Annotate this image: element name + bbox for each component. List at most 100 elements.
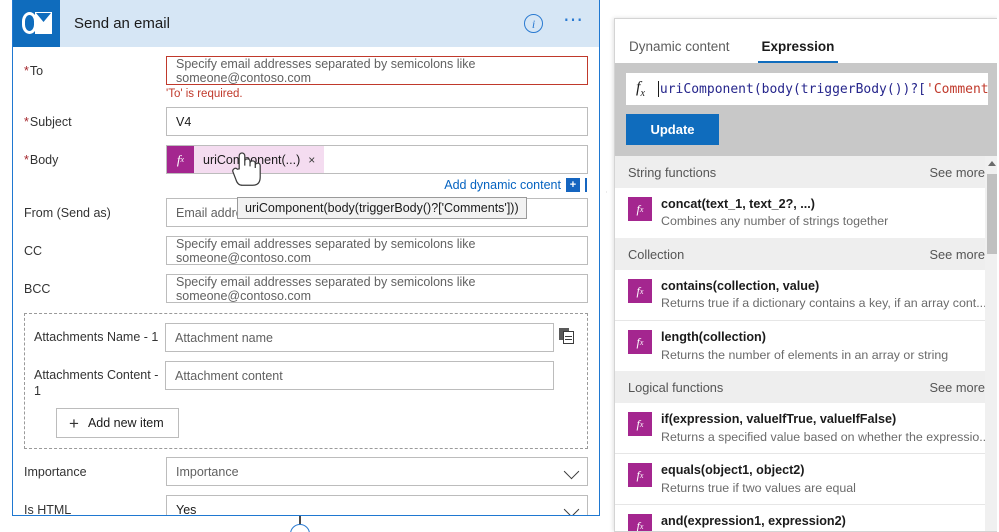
subject-input[interactable]: V4 bbox=[166, 107, 588, 136]
field-row-is-html: Is HTML Yes bbox=[13, 495, 599, 516]
function-description: Combines any number of strings together bbox=[661, 214, 889, 229]
group-title: Logical functions bbox=[628, 379, 724, 395]
subject-label: *Subject bbox=[24, 115, 72, 129]
bcc-input[interactable]: Specify email addresses separated by sem… bbox=[166, 274, 588, 303]
text-caret bbox=[657, 81, 659, 97]
attachment-name-input[interactable]: Attachment name bbox=[165, 323, 554, 352]
is-html-label: Is HTML bbox=[24, 503, 72, 516]
function-signature: and(expression1, expression2) bbox=[661, 514, 846, 529]
to-input[interactable]: Specify email addresses separated by sem… bbox=[166, 56, 588, 85]
function-description: Returns true if two values are equal bbox=[661, 480, 856, 495]
fx-icon: fx bbox=[167, 146, 194, 173]
fx-icon: fx bbox=[628, 330, 652, 355]
dynamic-content-panel: Dynamic content Expression fx uriCompone… bbox=[614, 18, 999, 532]
add-dynamic-content-link[interactable]: Add dynamic content + bbox=[166, 178, 588, 192]
fx-icon: fx bbox=[628, 514, 652, 531]
tab-dynamic-content[interactable]: Dynamic content bbox=[625, 39, 734, 63]
list-item[interactable]: fx concat(text_1, text_2?, ...) Combines… bbox=[615, 188, 999, 239]
fx-icon: fx bbox=[628, 463, 652, 488]
importance-label: Importance bbox=[24, 465, 87, 480]
function-signature: length(collection) bbox=[661, 330, 766, 345]
to-error-message: 'To' is required. bbox=[166, 88, 243, 100]
add-dynamic-content-label: Add dynamic content bbox=[444, 178, 561, 192]
required-mark: * bbox=[24, 64, 29, 78]
add-new-item-label: Add new item bbox=[87, 416, 164, 431]
canvas-background bbox=[0, 0, 12, 532]
divider bbox=[585, 178, 587, 192]
see-more-link[interactable]: See more bbox=[930, 165, 985, 180]
list-item[interactable]: fx and(expression1, expression2) Returns… bbox=[615, 504, 999, 531]
update-button[interactable]: Update bbox=[626, 114, 719, 145]
function-signature: equals(object1, object2) bbox=[661, 463, 805, 478]
body-label: *Body bbox=[24, 153, 59, 167]
field-row-bcc: BCC Specify email addresses separated by… bbox=[13, 274, 599, 303]
group-header-string-functions: String functions See more bbox=[615, 156, 999, 188]
group-title: Collection bbox=[628, 246, 685, 262]
page-title: Send an email bbox=[74, 15, 170, 32]
function-description: Returns the number of elements in an arr… bbox=[661, 347, 949, 362]
outlook-icon bbox=[13, 0, 60, 47]
list-item[interactable]: fx length(collection) Returns the number… bbox=[615, 320, 999, 372]
to-label: *To bbox=[24, 64, 44, 78]
field-row-body: *Body fx uriComponent(...) × Add dynamic… bbox=[13, 145, 599, 192]
function-description: Returns a specified value based on wheth… bbox=[661, 429, 990, 444]
attachments-group: Attachments Name - 1 Attachment name Att… bbox=[24, 313, 588, 450]
info-icon[interactable]: i bbox=[524, 14, 543, 33]
see-more-link[interactable]: See more bbox=[930, 380, 985, 395]
list-item[interactable]: fx equals(object1, object2) Returns true… bbox=[615, 453, 999, 505]
attachment-content-input[interactable]: Attachment content bbox=[165, 361, 554, 390]
list-item[interactable]: fx contains(collection, value) Returns t… bbox=[615, 270, 999, 321]
expression-text-string: 'Comments bbox=[926, 81, 988, 97]
field-row-subject: *Subject V4 bbox=[13, 107, 599, 136]
plus-icon: + bbox=[69, 413, 79, 433]
function-list: String functions See more fx concat(text… bbox=[615, 156, 999, 531]
bcc-label: BCC bbox=[24, 282, 51, 296]
send-an-email-action-card: Send an email i ⋯ *To Specify email addr… bbox=[12, 0, 600, 516]
card-body: *To Specify email addresses separated by… bbox=[13, 56, 599, 516]
function-signature: concat(text_1, text_2?, ...) bbox=[661, 197, 815, 211]
from-label: From (Send as) bbox=[24, 206, 111, 220]
fx-icon: fx bbox=[628, 279, 652, 304]
function-description: Returns true if a dictionary contains a … bbox=[661, 296, 987, 311]
ellipsis-icon[interactable]: ⋯ bbox=[563, 10, 585, 33]
attachment-name-label: Attachments Name - 1 bbox=[34, 330, 159, 344]
attachment-copy-button[interactable] bbox=[554, 323, 578, 344]
plus-icon: + bbox=[566, 178, 580, 192]
fx-icon: fx bbox=[628, 197, 652, 221]
group-header-collection: Collection See more bbox=[615, 238, 999, 271]
see-more-link[interactable]: See more bbox=[930, 247, 985, 262]
is-html-select[interactable]: Yes bbox=[166, 495, 588, 515]
scrollbar-thumb[interactable] bbox=[987, 174, 997, 254]
field-row-importance: Importance Importance bbox=[13, 457, 599, 487]
group-title: String functions bbox=[628, 164, 717, 180]
field-row-cc: CC Specify email addresses separated by … bbox=[13, 236, 599, 265]
close-icon[interactable]: × bbox=[308, 153, 324, 167]
screen: Send an email i ⋯ *To Specify email addr… bbox=[0, 0, 999, 532]
list-item[interactable]: fx if(expression, valueIfTrue, valueIfFa… bbox=[615, 403, 999, 454]
attachment-content-label: Attachments Content - 1 bbox=[34, 368, 159, 398]
flow-connector-node[interactable] bbox=[290, 524, 310, 532]
cc-label: CC bbox=[24, 244, 43, 258]
field-row-to: *To Specify email addresses separated by… bbox=[13, 56, 599, 100]
card-header: Send an email i ⋯ bbox=[13, 0, 599, 47]
function-signature: contains(collection, value) bbox=[661, 279, 820, 294]
expression-editor-area: fx uriComponent(body(triggerBody())?['Co… bbox=[615, 63, 999, 156]
tab-expression[interactable]: Expression bbox=[757, 39, 839, 63]
attachment-name-row: Attachments Name - 1 Attachment name bbox=[34, 323, 578, 352]
expression-text: uriComponent(body(triggerBody())?['Comme… bbox=[660, 82, 988, 97]
add-new-item-button[interactable]: + Add new item bbox=[56, 408, 179, 439]
attachment-content-row: Attachments Content - 1 Attachment conte… bbox=[34, 361, 578, 399]
header-actions: i ⋯ bbox=[524, 0, 585, 47]
function-signature: if(expression, valueIfTrue, valueIfFalse… bbox=[661, 412, 897, 427]
body-input[interactable]: fx uriComponent(...) × bbox=[166, 145, 588, 174]
expression-input[interactable]: fx uriComponent(body(triggerBody())?['Co… bbox=[626, 73, 988, 105]
expression-text-prefix: uriComponent(body(triggerBody())?[ bbox=[659, 81, 927, 97]
group-header-logical-functions: Logical functions See more bbox=[615, 371, 999, 404]
panel-tabs: Dynamic content Expression bbox=[615, 19, 999, 63]
cc-input[interactable]: Specify email addresses separated by sem… bbox=[166, 236, 588, 265]
importance-select[interactable]: Importance bbox=[166, 457, 588, 487]
fx-icon: fx bbox=[636, 78, 645, 100]
copy-icon bbox=[558, 328, 574, 344]
expression-token[interactable]: fx uriComponent(...) × bbox=[167, 146, 325, 173]
expression-token-label: uriComponent(...) bbox=[203, 152, 301, 167]
